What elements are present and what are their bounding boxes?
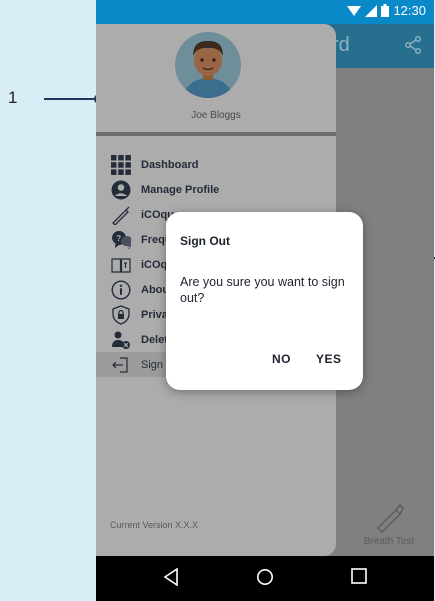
drawer-divider — [96, 132, 336, 136]
battery-icon — [381, 4, 390, 17]
recents-icon[interactable] — [351, 568, 367, 589]
delete-user-icon — [110, 329, 132, 351]
svg-text:?: ? — [116, 234, 121, 243]
app-version: Current Version X.X.X — [110, 520, 199, 530]
status-bar: 12:30 — [96, 0, 434, 24]
drawer-item-label: iCOq — [141, 258, 168, 271]
cellular-icon — [365, 4, 378, 17]
drawer-item-label: Manage Profile — [141, 183, 220, 196]
home-icon[interactable] — [256, 568, 274, 591]
system-nav-bar — [96, 556, 434, 601]
breath-test-icon — [354, 500, 424, 534]
drawer-item-label: Priva — [141, 308, 168, 321]
info-icon — [110, 279, 132, 301]
drawer-header: Joe Bloggs — [96, 24, 336, 132]
book-icon — [110, 254, 132, 276]
back-icon[interactable] — [163, 567, 179, 591]
breath-test-label: Breath Test — [363, 536, 415, 547]
drawer-item-label: Abou — [141, 283, 170, 296]
shield-icon — [110, 304, 132, 326]
no-button[interactable]: NO — [272, 352, 291, 366]
pencil-icon — [110, 204, 132, 226]
wifi-icon — [347, 5, 362, 17]
user-name: Joe Bloggs — [191, 110, 241, 121]
drawer-item-label: Dashboard — [141, 158, 199, 171]
grid-icon — [110, 154, 132, 176]
avatar[interactable] — [175, 32, 241, 98]
breath-test-button[interactable]: Breath Test — [354, 500, 424, 547]
drawer-item-dashboard[interactable]: Dashboard — [96, 152, 336, 177]
drawer-item-manage-profile[interactable]: Manage Profile — [96, 177, 336, 202]
share-icon[interactable] — [404, 36, 422, 59]
faq-icon: ? — [110, 229, 132, 251]
dialog-message: Are you sure you want to sign out? — [180, 275, 345, 305]
status-time: 12:30 — [393, 3, 426, 18]
logout-icon — [110, 354, 132, 376]
yes-button[interactable]: YES — [316, 352, 342, 366]
profile-icon — [110, 179, 132, 201]
callout-line-left — [44, 98, 98, 100]
drawer-item-label: Delet — [141, 333, 168, 346]
callout-number-1: 1 — [8, 88, 18, 107]
dialog-title: Sign Out — [180, 234, 230, 248]
sign-out-dialog: Sign Out Are you sure you want to sign o… — [166, 212, 363, 390]
